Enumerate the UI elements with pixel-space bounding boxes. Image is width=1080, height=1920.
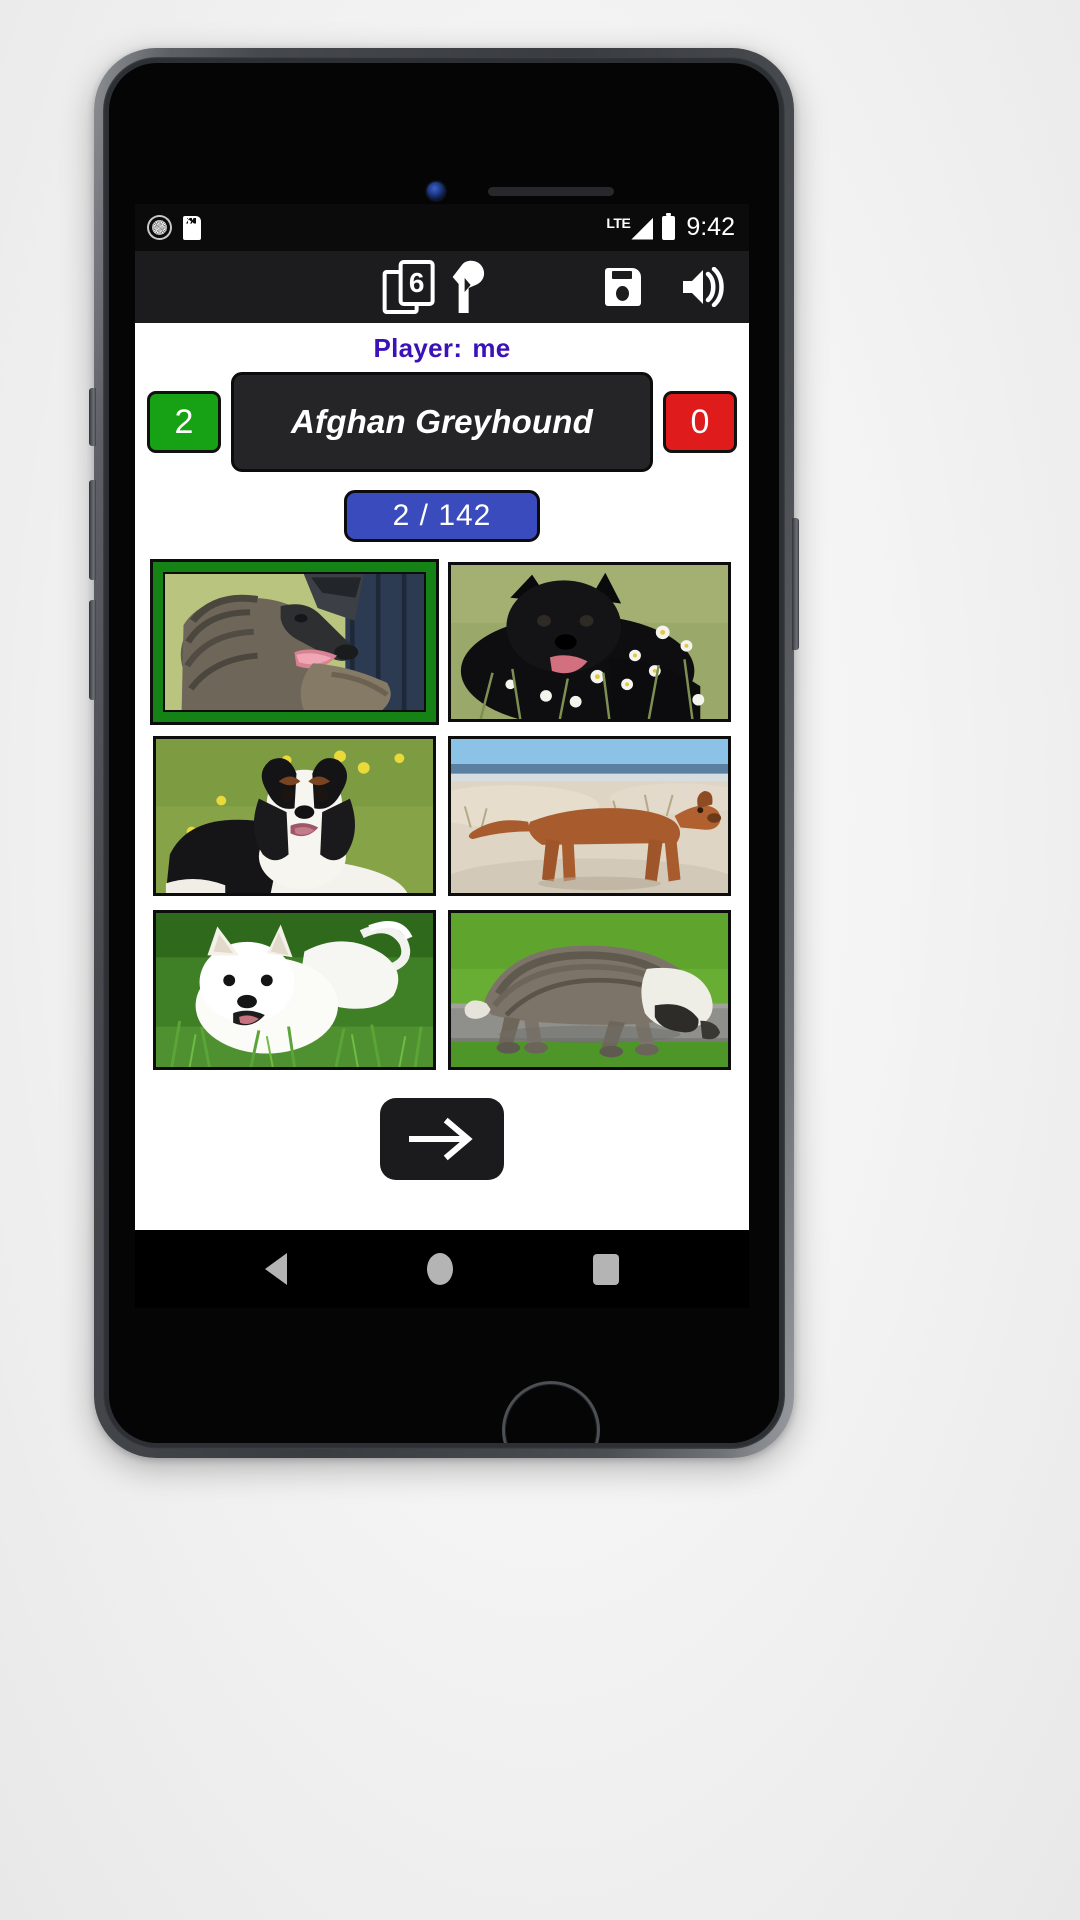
sound-button[interactable] [681,267,727,307]
toolbar-center-group: 6 [382,260,495,314]
card-front-shape: 6 [398,260,435,306]
app-toolbar: 6 [135,251,749,323]
answer-option-2-image [451,565,728,719]
answer-option-6[interactable] [448,910,731,1070]
answer-options-grid [145,559,739,1070]
player-name: me [472,333,511,363]
answer-option-1[interactable] [150,559,439,725]
answer-title-box: Afghan Greyhound [231,372,653,472]
power-button[interactable] [792,518,799,650]
player-label: Player: [373,333,463,363]
signal-strength-icon [631,217,654,240]
answer-option-2[interactable] [448,562,731,722]
flag-icon [452,260,485,313]
score-correct-badge[interactable]: 2 [147,391,221,453]
answer-option-5-image [156,913,433,1067]
toolbar-right-group [605,267,727,307]
home-nav-icon[interactable] [427,1253,453,1285]
answer-option-3[interactable] [153,736,436,896]
speaker-volume-icon [683,267,724,307]
battery-icon [662,212,676,240]
back-nav-icon[interactable] [265,1253,287,1285]
answer-option-1-image [163,572,426,712]
answer-option-5[interactable] [153,910,436,1070]
mute-switch-button[interactable] [89,388,96,446]
quiz-screen: Player: me 2 Afghan Greyhound 0 2 / 142 [135,323,749,1230]
next-wrap [145,1098,739,1180]
answer-option-4-image [451,739,728,893]
device-screen: LTE 9:42 6 Player: me 2 Afghan Greyhound… [135,204,749,1308]
volume-down-button[interactable] [89,600,96,700]
progress-wrap: 2 / 142 [145,490,739,542]
flag-button[interactable] [451,260,495,314]
score-wrong-badge[interactable]: 0 [663,391,737,453]
sd-card-icon [183,215,201,240]
progress-counter-button[interactable]: 2 / 142 [344,490,540,542]
next-arrow-icon [409,1117,473,1161]
save-button[interactable] [605,268,641,306]
status-bar-left-icons [149,215,201,240]
clock-label: 9:42 [686,213,735,241]
cards-stack-6-icon: 6 [382,260,435,314]
sync-icon [149,217,170,238]
player-line: Player: me [145,323,739,372]
status-bar: LTE 9:42 [135,204,749,251]
cards-deck-button[interactable]: 6 [382,260,435,314]
answer-option-6-image [451,913,728,1067]
recents-nav-icon[interactable] [593,1253,619,1285]
floppy-disk-icon [605,268,641,306]
answer-option-4[interactable] [448,736,731,896]
status-bar-right-icons: LTE 9:42 [606,212,735,242]
home-hardware-button[interactable] [502,1381,600,1443]
next-question-button[interactable] [380,1098,504,1180]
lte-label: LTE [606,214,631,231]
answer-option-3-image [156,739,433,893]
front-camera-icon [427,182,445,200]
signal-group: LTE [606,214,654,240]
volume-up-button[interactable] [89,480,96,580]
android-nav-bar [135,1230,749,1308]
score-row: 2 Afghan Greyhound 0 [145,372,739,472]
earpiece-speaker [488,187,614,196]
